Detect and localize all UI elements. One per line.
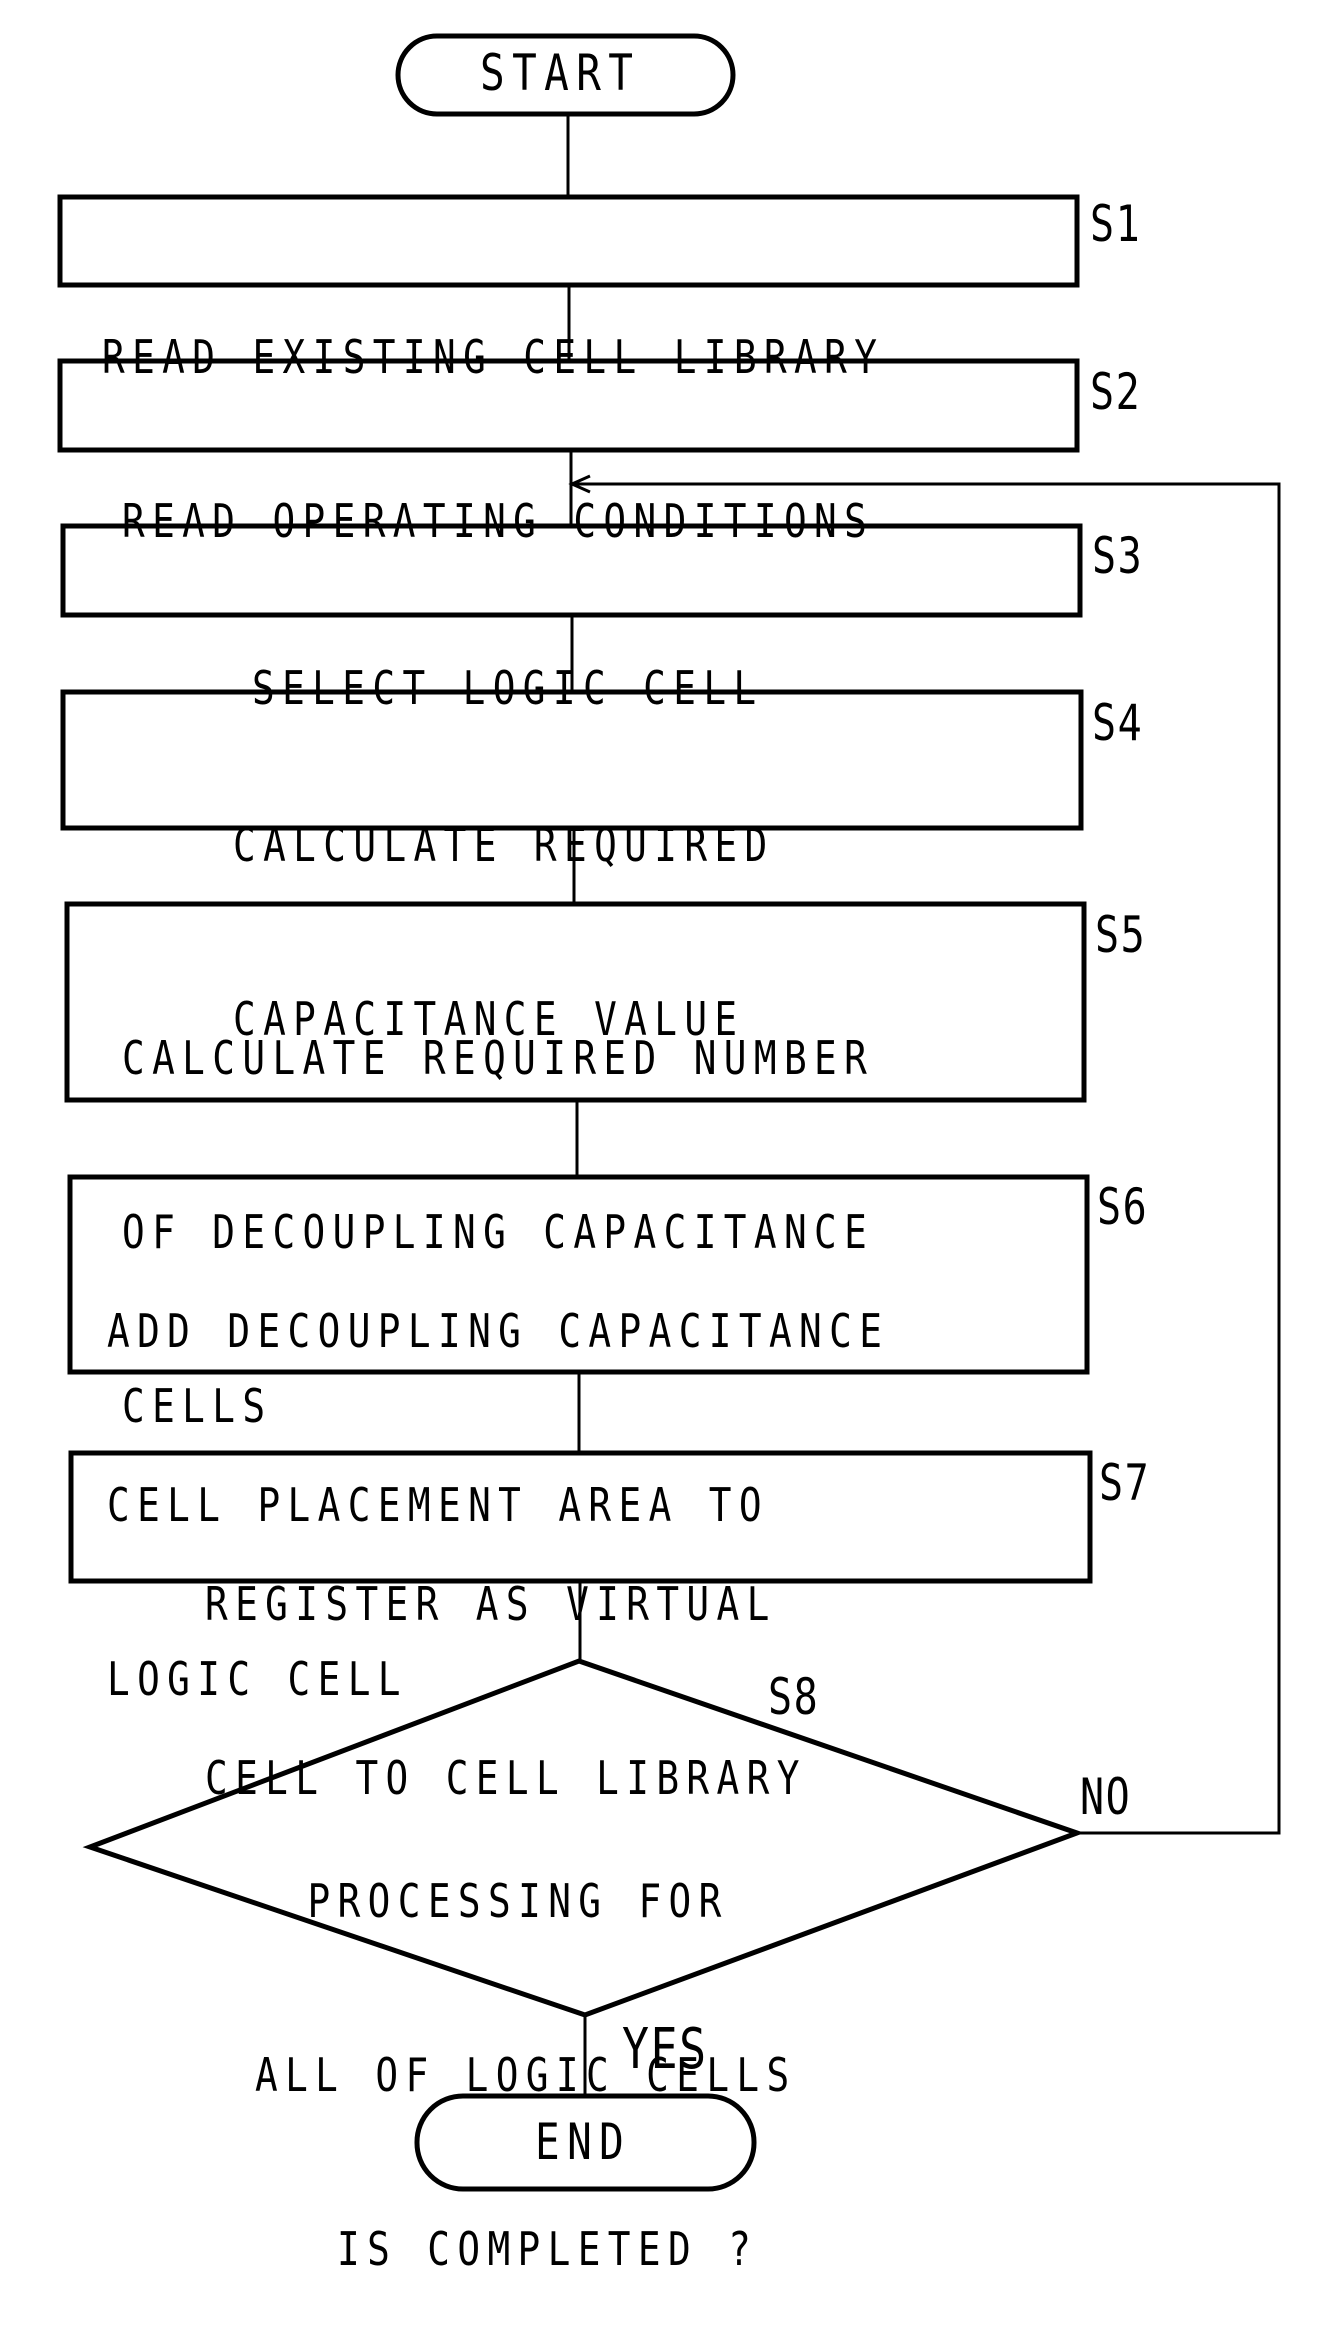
step-s4-line-1: CALCULATE REQUIRED [233, 818, 775, 872]
step-s7-id: S7 [1099, 1454, 1151, 1512]
decision-no-label: NO [1080, 1768, 1132, 1826]
step-s1-id: S1 [1090, 195, 1142, 253]
step-s5-id: S5 [1095, 906, 1147, 964]
decision-line-1: PROCESSING FOR [307, 1874, 729, 1928]
step-s3-id: S3 [1092, 527, 1144, 585]
step-s5-line-1: CALCULATE REQUIRED NUMBER [122, 1031, 875, 1085]
start-label: START [480, 44, 641, 102]
step-s7-line-1: REGISTER AS VIRTUAL [205, 1577, 777, 1631]
step-s6-line-1: ADD DECOUPLING CAPACITANCE [107, 1304, 890, 1358]
step-s6-id: S6 [1097, 1178, 1149, 1236]
step-s2-line-1: READ OPERATING CONDITIONS [122, 494, 875, 548]
decision-yes-label: YES [622, 2017, 708, 2082]
decision-s8-id: S8 [768, 1668, 820, 1726]
step-s4-id: S4 [1092, 694, 1144, 752]
step-s2-id: S2 [1090, 363, 1142, 421]
